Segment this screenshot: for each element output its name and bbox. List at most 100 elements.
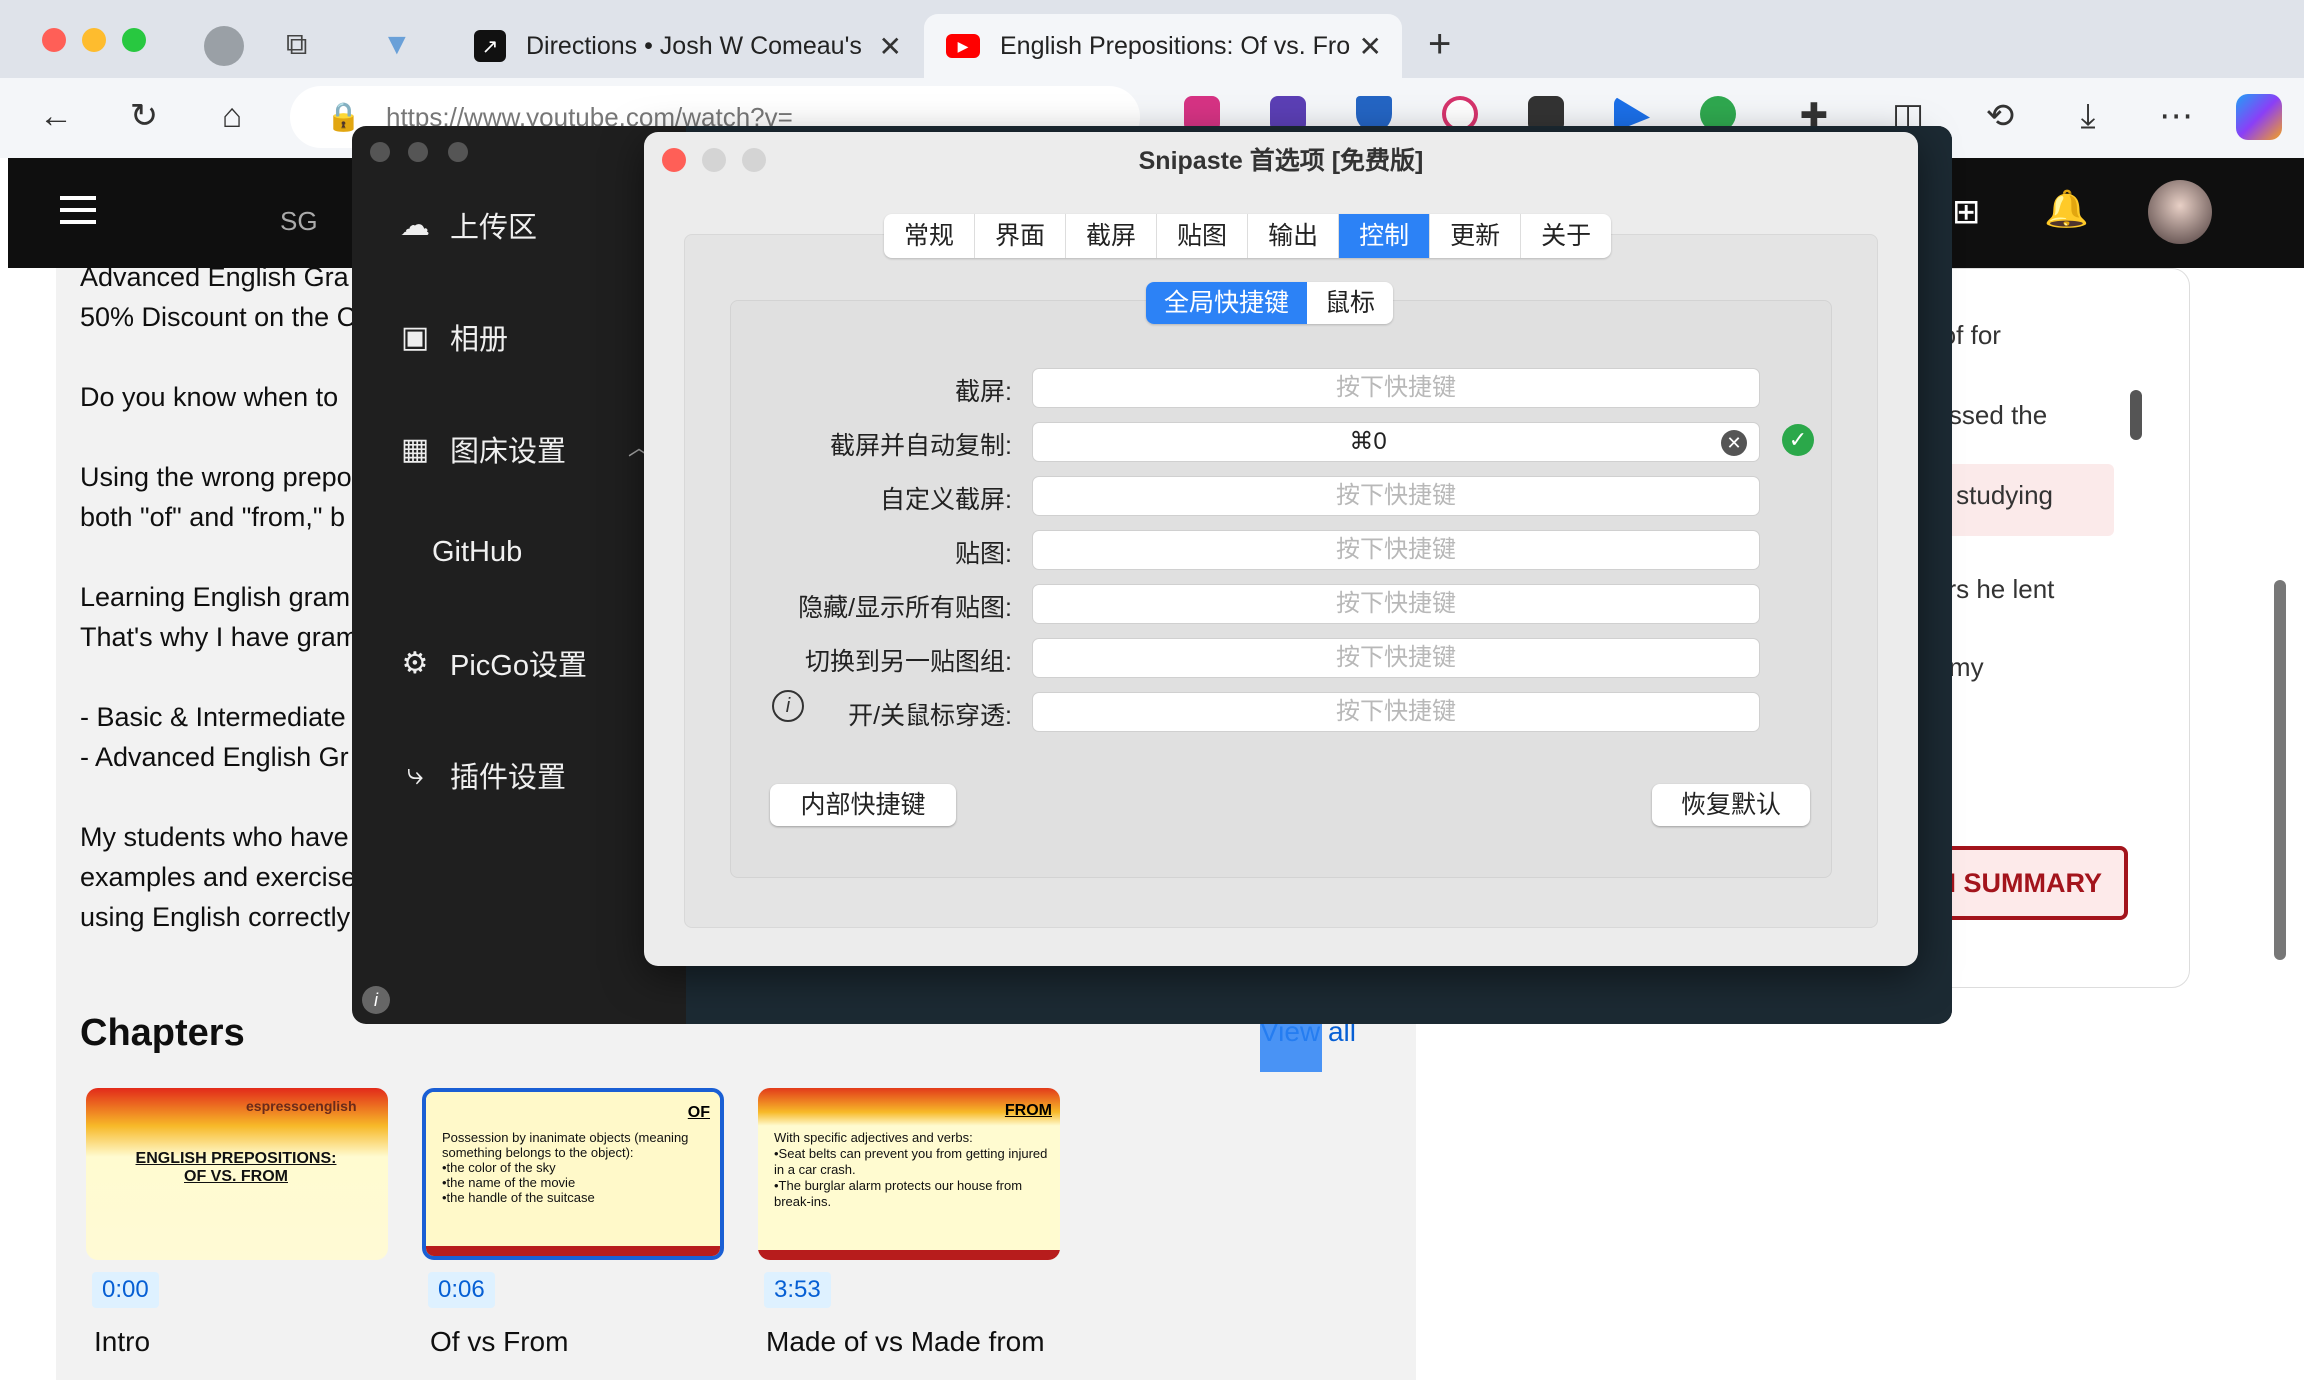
tab-about[interactable]: 关于: [1521, 214, 1611, 258]
shortcut-field-snip[interactable]: 按下快捷键: [1032, 368, 1760, 408]
chapter-thumbnail-intro[interactable]: espressoenglish ENGLISH PREPOSITIONS: OF…: [86, 1088, 388, 1260]
minimize-window-button[interactable]: [82, 28, 106, 52]
checkmark-icon: ✓: [1782, 424, 1814, 456]
picgo-menu-github[interactable]: GitHub: [432, 536, 522, 569]
shortcut-label: 贴图:: [955, 540, 1012, 568]
menu-label: 相册: [450, 324, 509, 356]
shortcut-label: 截屏:: [955, 378, 1012, 406]
placeholder-text: 按下快捷键: [1336, 698, 1456, 725]
tab-snip[interactable]: 截屏: [1066, 214, 1158, 258]
shortcut-field-paste[interactable]: 按下快捷键: [1032, 530, 1760, 570]
scrollbar-thumb[interactable]: [2130, 390, 2142, 440]
chapter-thumbnail-of-vs-from[interactable]: OF Possession by inanimate objects (mean…: [422, 1088, 724, 1260]
shortcut-label: 开/关鼠标穿透:: [848, 702, 1012, 730]
clear-icon[interactable]: ✕: [1721, 430, 1747, 456]
chapter-timestamp[interactable]: 0:06: [428, 1272, 495, 1308]
internal-shortcuts-button[interactable]: 内部快捷键: [770, 784, 956, 826]
thumbnail-text: •Seat belts can prevent you from getting…: [774, 1146, 1048, 1177]
tab-output[interactable]: 输出: [1248, 214, 1340, 258]
description-line: - Basic & Intermediate: [80, 702, 346, 732]
tab-youtube[interactable]: ▶ English Prepositions: Of vs. Fro ✕: [924, 14, 1402, 78]
picgo-menu-settings[interactable]: ⚙ PicGo设置: [398, 642, 587, 684]
zoom-window-button[interactable]: [122, 28, 146, 52]
placeholder-text: 按下快捷键: [1336, 482, 1456, 509]
notifications-icon[interactable]: 🔔: [2044, 188, 2089, 230]
refresh-icon[interactable]: ↻: [120, 92, 168, 140]
shortcut-field-snip-copy[interactable]: ⌘0 ✕: [1032, 422, 1760, 462]
browser-tab-bar: ⧉ ▼ ↗ Directions • Josh W Comeau's ✕ ▶ E…: [0, 0, 2304, 78]
gear-icon: ⚙: [401, 646, 429, 680]
share-icon: ⤷: [406, 758, 424, 791]
chapter-title[interactable]: Made of vs Made from: [766, 1326, 1045, 1358]
info-icon[interactable]: i: [772, 690, 804, 722]
description-line: Learning English gram: [80, 582, 351, 612]
description-line: Using the wrong prepo: [80, 462, 352, 492]
more-options-icon[interactable]: ⋯: [2152, 92, 2200, 140]
tab-directions[interactable]: ↗ Directions • Josh W Comeau's ✕: [452, 14, 922, 78]
close-tab-icon[interactable]: ✕: [1359, 30, 1382, 63]
description-line: My students who have: [80, 822, 349, 852]
shortcut-field-mouse-passthrough[interactable]: 按下快捷键: [1032, 692, 1760, 732]
picgo-menu-plugins[interactable]: ⤷ 插件设置: [398, 754, 566, 796]
subtab-global-hotkeys[interactable]: 全局快捷键: [1146, 282, 1308, 324]
close-window-button[interactable]: [42, 28, 66, 52]
picgo-menu-picbed[interactable]: ▦ 图床设置: [398, 428, 566, 470]
tab-paste[interactable]: 贴图: [1157, 214, 1249, 258]
chapter-timestamp[interactable]: 0:00: [92, 1272, 159, 1308]
restore-defaults-button[interactable]: 恢复默认: [1652, 784, 1810, 826]
chapter-thumbnail-made-of[interactable]: FROM With specific adjectives and verbs:…: [758, 1088, 1060, 1260]
create-video-icon[interactable]: ⊞: [1952, 192, 1981, 232]
page-scrollbar[interactable]: [2274, 580, 2286, 960]
picgo-menu-gallery[interactable]: ▣ 相册: [398, 316, 508, 358]
description-line: - Advanced English Gr: [80, 742, 349, 772]
description-line: using English correctly: [80, 902, 351, 932]
description-line: examples and exercise: [80, 862, 357, 892]
subtab-mouse[interactable]: 鼠标: [1307, 282, 1393, 324]
tab-update[interactable]: 更新: [1430, 214, 1522, 258]
collections-icon[interactable]: ⧉: [286, 28, 307, 62]
description-line: Advanced English Gra: [80, 262, 349, 292]
tab-label: Directions • Josh W Comeau's: [526, 31, 862, 60]
profile-icon[interactable]: [204, 26, 244, 66]
shortcut-label: 隐藏/显示所有贴图:: [798, 594, 1012, 622]
tab-interface[interactable]: 界面: [975, 214, 1067, 258]
description-line: both "of" and "from," b: [80, 502, 345, 532]
menu-label: 图床设置: [450, 436, 567, 468]
info-icon[interactable]: i: [362, 986, 390, 1014]
shortcut-label: 切换到另一贴图组:: [805, 648, 1012, 676]
history-icon[interactable]: ⟲: [1976, 92, 2024, 140]
download-icon[interactable]: ⤓: [2064, 92, 2112, 140]
shortcut-field-switch-group[interactable]: 按下快捷键: [1032, 638, 1760, 678]
menu-icon[interactable]: [60, 196, 96, 200]
vue-tab-icon[interactable]: ▼: [382, 28, 412, 62]
new-tab-button[interactable]: +: [1428, 22, 1451, 67]
preferences-tabs: 常规 界面 截屏 贴图 输出 控制 更新 关于: [884, 214, 1612, 258]
shortcut-field-toggle-pastes[interactable]: 按下快捷键: [1032, 584, 1760, 624]
shortcut-label: 截屏并自动复制:: [830, 432, 1012, 460]
placeholder-text: 按下快捷键: [1336, 536, 1456, 563]
home-icon[interactable]: ⌂: [208, 92, 256, 140]
thumbnail-text: Possession by inanimate objects (meaning…: [442, 1130, 689, 1160]
back-icon[interactable]: ←: [32, 92, 80, 140]
menu-label: GitHub: [432, 536, 523, 568]
close-tab-icon[interactable]: ✕: [879, 30, 902, 63]
avatar[interactable]: [2148, 180, 2212, 244]
thumbnail-tag: OF: [687, 1104, 710, 1121]
thumbnail-text: •The burglar alarm protects our house fr…: [774, 1178, 1023, 1209]
chapter-title[interactable]: Of vs From: [430, 1326, 568, 1358]
chapter-timestamp[interactable]: 3:53: [764, 1272, 831, 1308]
arrow-icon: ↗: [474, 30, 506, 62]
thumbnail-text: •the name of the movie: [442, 1175, 576, 1190]
chapters-heading: Chapters: [80, 1012, 245, 1054]
lock-icon: 🔒: [326, 101, 361, 132]
menu-label: 插件设置: [450, 762, 567, 794]
shortcut-field-custom-snip[interactable]: 按下快捷键: [1032, 476, 1760, 516]
grid-icon: ▦: [400, 432, 430, 466]
tab-control[interactable]: 控制: [1339, 214, 1431, 258]
picgo-menu-upload[interactable]: ☁ 上传区: [398, 204, 537, 246]
tab-general[interactable]: 常规: [884, 214, 976, 258]
shortcut-value: ⌘0: [1349, 428, 1387, 455]
copilot-icon[interactable]: [2236, 94, 2282, 140]
selection-highlight: [1260, 1016, 1322, 1072]
chapter-title[interactable]: Intro: [94, 1326, 150, 1358]
